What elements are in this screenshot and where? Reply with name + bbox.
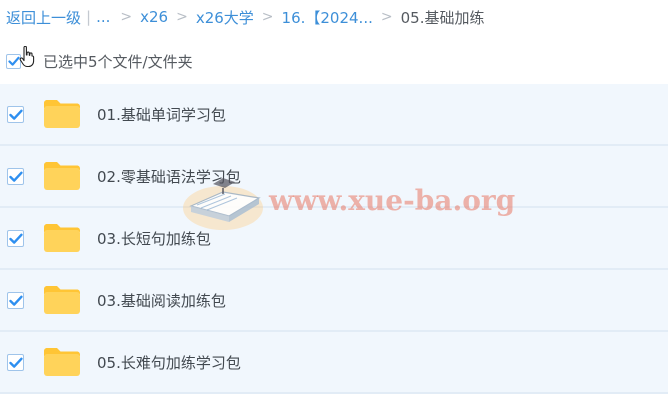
folder-icon bbox=[44, 162, 80, 190]
hand-pointer-icon bbox=[19, 46, 35, 68]
file-list: 01.基础单词学习包 02.零基础语法学习包 03.长短句加练包 03.基础阅读加练包… bbox=[0, 84, 668, 394]
folder-icon bbox=[44, 224, 80, 252]
back-button[interactable]: 返回上一级 bbox=[6, 7, 81, 28]
file-name[interactable]: 03.长短句加练包 bbox=[97, 228, 211, 249]
checkmark-icon bbox=[9, 109, 23, 120]
breadcrumb: 返回上一级 | ... > x26 > x26大学 > 16.【2024... … bbox=[6, 6, 484, 28]
row-checkbox[interactable] bbox=[7, 354, 24, 371]
file-name[interactable]: 02.零基础语法学习包 bbox=[97, 166, 241, 187]
file-row[interactable]: 03.基础阅读加练包 bbox=[0, 270, 668, 332]
file-row[interactable]: 01.基础单词学习包 bbox=[0, 84, 668, 146]
row-checkbox[interactable] bbox=[7, 168, 24, 185]
row-checkbox[interactable] bbox=[7, 292, 24, 309]
checkmark-icon bbox=[9, 357, 23, 368]
checkmark-icon bbox=[9, 171, 23, 182]
row-checkbox[interactable] bbox=[7, 106, 24, 123]
breadcrumb-item-x26-university[interactable]: x26大学 bbox=[196, 7, 254, 28]
selection-count-label: 已选中5个文件/文件夹 bbox=[43, 52, 193, 71]
file-name[interactable]: 05.长难句加练学习包 bbox=[97, 352, 241, 373]
file-name[interactable]: 03.基础阅读加练包 bbox=[97, 290, 226, 311]
breadcrumb-divider: | bbox=[86, 8, 92, 26]
breadcrumb-item-2024[interactable]: 16.【2024... bbox=[282, 7, 373, 28]
breadcrumb-item-x26[interactable]: x26 bbox=[140, 8, 168, 26]
folder-icon bbox=[44, 100, 80, 128]
folder-icon bbox=[44, 348, 80, 376]
selection-bar: 已选中5个文件/文件夹 bbox=[6, 46, 193, 72]
chevron-right-icon: > bbox=[120, 9, 133, 25]
row-checkbox[interactable] bbox=[7, 230, 24, 247]
chevron-right-icon: > bbox=[176, 9, 188, 25]
file-row[interactable]: 03.长短句加练包 bbox=[0, 208, 668, 270]
checkmark-icon bbox=[9, 233, 23, 244]
chevron-right-icon: > bbox=[261, 9, 274, 25]
breadcrumb-ellipsis[interactable]: ... bbox=[96, 8, 110, 26]
chevron-right-icon: > bbox=[380, 9, 393, 25]
file-name[interactable]: 01.基础单词学习包 bbox=[97, 104, 226, 125]
checkmark-icon bbox=[9, 295, 23, 306]
file-row[interactable]: 02.零基础语法学习包 bbox=[0, 146, 668, 208]
file-row[interactable]: 05.长难句加练学习包 bbox=[0, 332, 668, 394]
folder-icon bbox=[44, 286, 80, 314]
breadcrumb-current: 05.基础加练 bbox=[400, 8, 485, 27]
